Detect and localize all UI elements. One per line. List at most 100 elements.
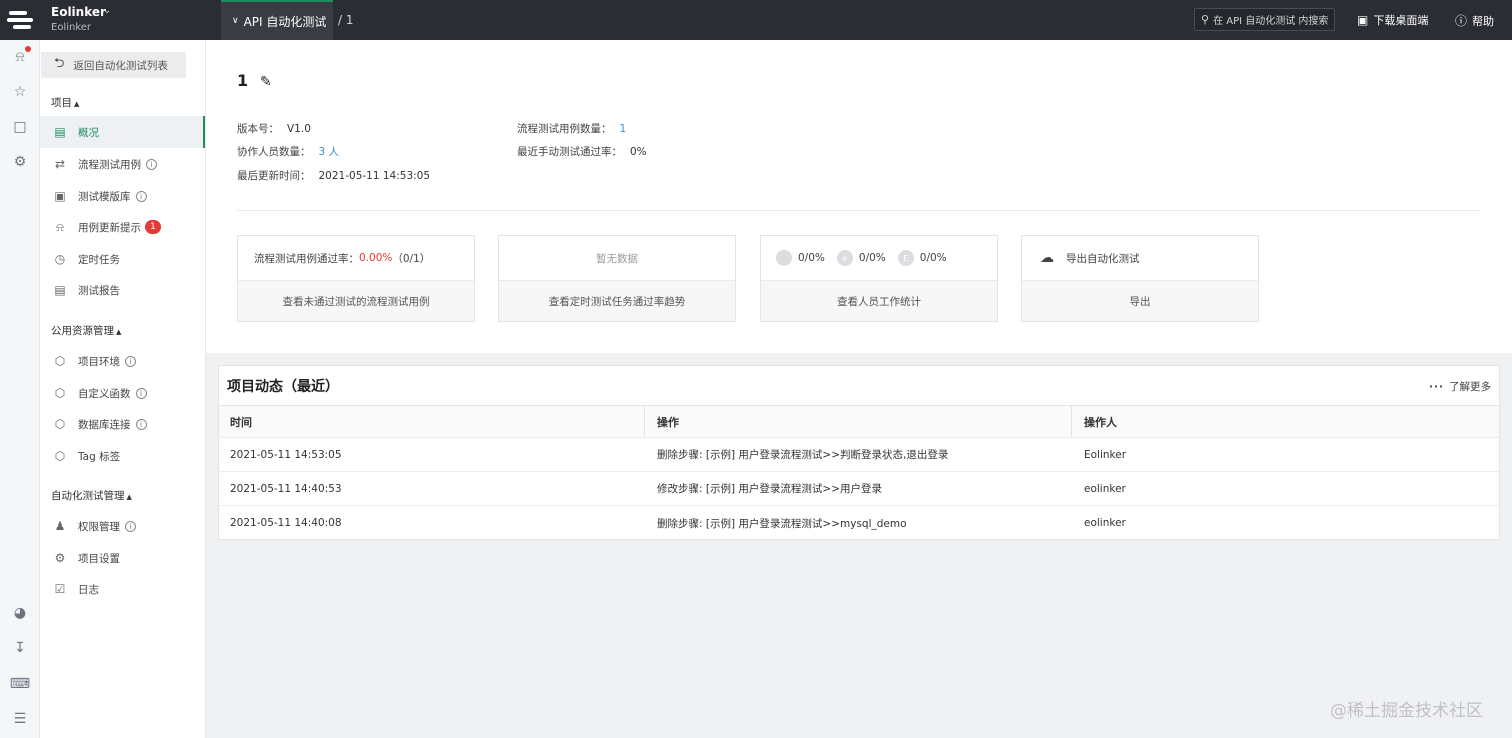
sidebar-item-template-lib[interactable]: ▣ 测试模版库 i xyxy=(40,180,205,212)
row-operator: Eolinker xyxy=(1084,448,1127,461)
team-switcher[interactable]: Eolinker Eolinker ⌄ xyxy=(51,5,111,33)
pencil-icon[interactable]: ✎ xyxy=(260,74,272,90)
row-action: 删除步骤: [示例] 用户登录流程测试>>判断登录状态,退出登录 xyxy=(657,449,949,461)
card-member-stats: 0/0% e 0/0% E 0/0% 查看人员工作统计 xyxy=(760,235,998,322)
menu-icon[interactable]: ☰ xyxy=(10,709,30,729)
view-member-stats-button[interactable]: 查看人员工作统计 xyxy=(761,281,997,321)
learn-more-link[interactable]: ··· 了解更多 xyxy=(1429,379,1491,394)
team-name: Eolinker xyxy=(51,5,106,19)
row-action: 修改步骤: [示例] 用户登录流程测试>>用户登录 xyxy=(657,483,883,495)
info-icon: i xyxy=(135,190,147,202)
sidebar-item-logs[interactable]: ☑ 日志 xyxy=(40,573,205,605)
members-info: 协作人员数量： 3 人 xyxy=(237,146,340,158)
settings-icon: ⚙ xyxy=(54,551,66,565)
divider xyxy=(237,210,1480,211)
group-project-title[interactable]: 项目 ▲ xyxy=(51,95,79,110)
download-label: 下载桌面端 xyxy=(1373,14,1429,27)
chevron-down-icon: ∨ xyxy=(232,16,239,26)
clipboard-icon: ☑ xyxy=(54,582,66,596)
activity-title: 项目动态（最近） xyxy=(227,379,339,395)
top-bar: Eolinker Eolinker ⌄ ∨ API 自动化测试 / 1 ⚲ 在 … xyxy=(0,0,1512,40)
info-icon: i xyxy=(135,387,147,399)
search-placeholder: 在 API 自动化测试 内搜索 xyxy=(1213,16,1329,27)
caret-up-icon: ▲ xyxy=(116,328,122,336)
info-icon: i xyxy=(135,418,147,430)
overview-panel: 1 ✎ 版本号： V1.0 协作人员数量： 3 人 最后更新时间： 2021-05-1… xyxy=(206,40,1512,353)
card-pass-rate: 流程测试用例通过率： 0.00% （0/1） 查看未通过测试的流程测试用例 xyxy=(237,235,475,322)
sidebar-item-scheduled[interactable]: ◷ 定时任务 xyxy=(40,243,205,275)
sidebar-item-reports[interactable]: ▤ 测试报告 xyxy=(40,274,205,306)
settings-icon[interactable]: ⚙ xyxy=(10,152,30,172)
table-row: 2021-05-11 14:53:05 删除步骤: [示例] 用户登录流程测试>… xyxy=(219,438,1499,472)
logo-icon[interactable] xyxy=(0,0,40,40)
sidebar-item-functions[interactable]: ⬡ 自定义函数 i xyxy=(40,377,205,409)
info-icon: i xyxy=(125,520,136,532)
group-auto-title[interactable]: 自动化测试管理 ▲ xyxy=(51,488,132,503)
search-icon: ⚲ xyxy=(1201,13,1210,26)
side-menu: ⮌ 返回自动化测试列表 项目 ▲ ▤ 概况 ⇄ 流程测试用例 i ▣ 测试模版库 i ⍾ 用例… xyxy=(40,40,206,738)
project-tab[interactable]: ∨ API 自动化测试 xyxy=(221,0,333,40)
updated-info: 最后更新时间： 2021-05-11 14:53:05 xyxy=(237,170,431,182)
sidebar-item-permissions[interactable]: ♟ 权限管理 i xyxy=(40,510,205,542)
project-tab-label: API 自动化测试 xyxy=(243,14,327,29)
document-icon: ▤ xyxy=(54,125,66,139)
avatar xyxy=(776,250,792,266)
help-button[interactable]: ⓘ 帮助 xyxy=(1455,12,1494,29)
sidebar-item-env[interactable]: ⬡ 项目环境 i xyxy=(40,345,205,377)
export-button[interactable]: 导出 xyxy=(1022,281,1258,321)
back-label: 返回自动化测试列表 xyxy=(73,59,168,72)
members-link[interactable]: 3 人 xyxy=(319,146,340,158)
caret-up-icon: ▲ xyxy=(126,493,132,501)
page-title: 1 xyxy=(237,71,249,90)
activity-table: 时间 操作 操作人 2021-05-11 14:53:05 删除步骤: [示例]… xyxy=(219,405,1499,540)
clock-icon: ◷ xyxy=(54,252,66,266)
view-schedule-trend-button[interactable]: 查看定时测试任务通过率趋势 xyxy=(499,281,735,321)
sidebar-item-database[interactable]: ⬡ 数据库连接 i xyxy=(40,408,205,440)
star-icon[interactable]: ☆ xyxy=(10,82,30,102)
user-icon: ♟ xyxy=(54,519,66,533)
notification-dot xyxy=(25,46,31,52)
icon-rail: ⍾ ☆ □ ⚙ ◕ ↧ ⌨ ☰ xyxy=(0,40,40,738)
table-row: 2021-05-11 14:40:08 删除步骤: [示例] 用户登录流程测试>… xyxy=(219,506,1499,540)
breadcrumb[interactable]: / 1 xyxy=(338,13,354,27)
version-info: 版本号： V1.0 xyxy=(237,123,311,135)
card-top: 0/0% e 0/0% E 0/0% xyxy=(761,236,997,281)
keyboard-icon[interactable]: ⌨ xyxy=(10,674,30,694)
cube-icon: ⬡ xyxy=(54,417,66,431)
card-top: ☁ 导出自动化测试 xyxy=(1022,236,1258,281)
help-label: 帮助 xyxy=(1472,14,1495,28)
search-input[interactable]: ⚲ 在 API 自动化测试 内搜索 xyxy=(1194,8,1335,31)
row-operator: eolinker xyxy=(1084,482,1126,495)
sidebar-item-tags[interactable]: ⬡ Tag 标签 xyxy=(40,440,205,472)
sidebar-item-flow-cases[interactable]: ⇄ 流程测试用例 i xyxy=(40,148,205,180)
box-icon: ▣ xyxy=(54,189,66,203)
card-top: 暂无数据 xyxy=(499,236,735,281)
sidebar-item-case-updates[interactable]: ⍾ 用例更新提示 1 xyxy=(40,211,205,243)
table-header: 时间 操作 操作人 xyxy=(219,405,1499,438)
count-badge: 1 xyxy=(145,220,161,234)
back-to-list-button[interactable]: ⮌ 返回自动化测试列表 xyxy=(41,52,186,78)
cube-icon: ⬡ xyxy=(54,449,66,463)
download-icon[interactable]: ↧ xyxy=(10,638,30,658)
bell-icon: ⍾ xyxy=(56,219,64,234)
sidebar-item-overview[interactable]: ▤ 概况 xyxy=(40,116,205,148)
avatar: e xyxy=(836,250,853,266)
chevron-down-icon: ⌄ xyxy=(103,5,112,16)
info-icon: i xyxy=(125,355,136,367)
shirt-icon[interactable]: □ xyxy=(10,117,30,137)
card-scheduled-trend: 暂无数据 查看定时测试任务通过率趋势 xyxy=(498,235,736,322)
cloud-upload-icon: ☁ xyxy=(1040,250,1054,266)
group-resource-title[interactable]: 公用资源管理 ▲ xyxy=(51,323,121,338)
info-icon: i xyxy=(146,158,157,170)
cases-info: 流程测试用例数量： 1 xyxy=(517,123,627,135)
row-time: 2021-05-11 14:53:05 xyxy=(230,448,342,461)
caret-up-icon: ▲ xyxy=(74,100,80,108)
cube-icon: ⬡ xyxy=(54,354,66,368)
download-desktop-button[interactable]: ▣ 下载桌面端 xyxy=(1357,12,1428,28)
sidebar-item-settings[interactable]: ⚙ 项目设置 xyxy=(40,542,205,574)
view-failed-cases-button[interactable]: 查看未通过测试的流程测试用例 xyxy=(238,281,474,321)
column-header-action: 操作 xyxy=(645,406,1072,437)
cases-link[interactable]: 1 xyxy=(620,123,627,135)
column-header-time: 时间 xyxy=(219,406,645,437)
headset-icon[interactable]: ◕ xyxy=(10,603,30,623)
